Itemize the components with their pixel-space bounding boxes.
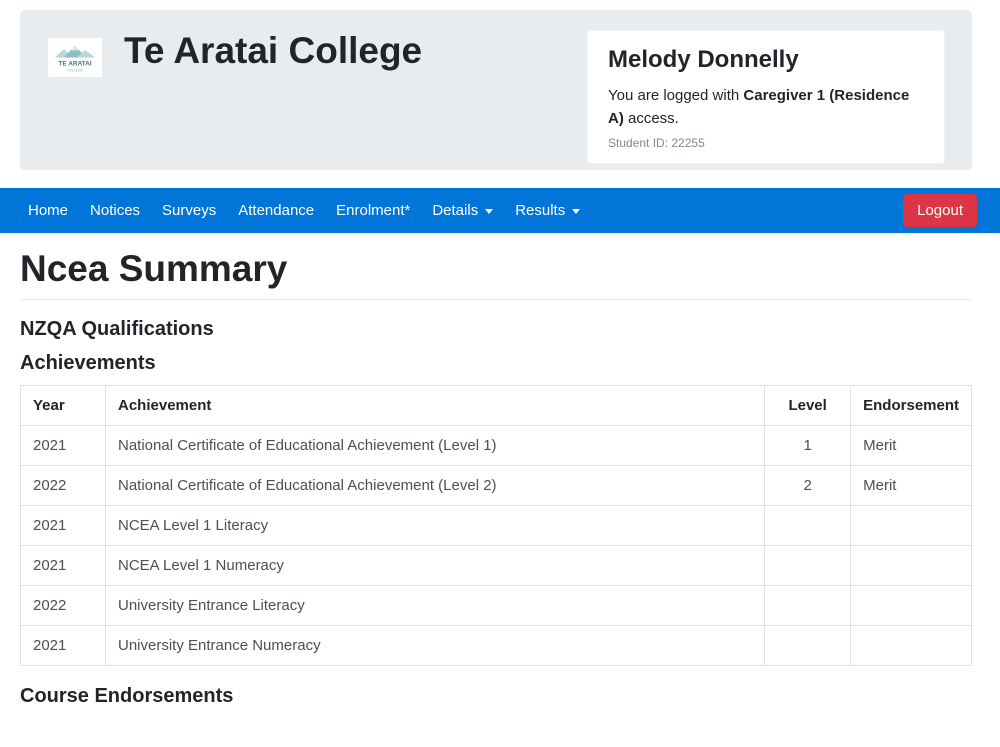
nav-item-label: Enrolment* <box>336 202 410 219</box>
cell-year: 2021 <box>21 426 106 466</box>
page-title: Ncea Summary <box>20 248 972 290</box>
access-suffix: access. <box>624 110 679 127</box>
nav-item-notices[interactable]: Notices <box>79 194 151 227</box>
nav-item-home[interactable]: Home <box>17 194 79 227</box>
chevron-down-icon <box>572 209 580 214</box>
access-description: You are logged with Caregiver 1 (Residen… <box>608 84 924 131</box>
cell-level: 2 <box>765 466 851 506</box>
nav-item-label: Surveys <box>162 202 216 219</box>
chevron-down-icon <box>485 209 493 214</box>
nav-items: Home Notices Surveys Attendance Enrolment* De… <box>17 194 591 227</box>
cell-achievement: National Certificate of Educational Achi… <box>106 426 765 466</box>
column-header-achievement: Achievement <box>106 386 765 426</box>
cell-level <box>765 506 851 546</box>
cell-endorsement <box>851 626 972 666</box>
mountain-logo-icon: TE ARATAI COLLEGE <box>50 40 100 75</box>
student-id: Student ID: 22255 <box>608 136 924 150</box>
section-title-course-endorsements: Course Endorsements <box>20 685 972 708</box>
cell-level <box>765 586 851 626</box>
nav-item-details[interactable]: Details <box>421 194 504 227</box>
header-container: TE ARATAI COLLEGE Te Aratai College Melo… <box>20 10 972 170</box>
table-row: 2021NCEA Level 1 Literacy <box>21 506 972 546</box>
cell-achievement: NCEA Level 1 Literacy <box>106 506 765 546</box>
achievements-table-head: YearAchievementLevelEndorsement <box>21 386 972 426</box>
cell-year: 2021 <box>21 506 106 546</box>
table-row: 2021University Entrance Numeracy <box>21 626 972 666</box>
nav-item-label: Notices <box>90 202 140 219</box>
table-row: 2022National Certificate of Educational … <box>21 466 972 506</box>
cell-level <box>765 626 851 666</box>
nav-item-label: Attendance <box>238 202 314 219</box>
cell-endorsement <box>851 506 972 546</box>
cell-achievement: University Entrance Literacy <box>106 586 765 626</box>
main-content: Ncea Summary NZQA Qualifications Achieve… <box>20 248 972 708</box>
column-header-endorsement: Endorsement <box>851 386 972 426</box>
column-header-level: Level <box>765 386 851 426</box>
nav-item-label: Results <box>515 202 565 219</box>
subsection-title-achievements: Achievements <box>20 352 972 375</box>
achievements-table: YearAchievementLevelEndorsement 2021Nati… <box>20 385 972 666</box>
nav-item-label: Details <box>432 202 478 219</box>
student-card: Melody Donnelly You are logged with Care… <box>587 30 945 164</box>
nav-item-attendance[interactable]: Attendance <box>227 194 325 227</box>
cell-endorsement: Merit <box>851 426 972 466</box>
cell-year: 2022 <box>21 466 106 506</box>
cell-achievement: NCEA Level 1 Numeracy <box>106 546 765 586</box>
cell-level: 1 <box>765 426 851 466</box>
cell-year: 2022 <box>21 586 106 626</box>
table-row: 2022University Entrance Literacy <box>21 586 972 626</box>
school-header: TE ARATAI COLLEGE Te Aratai College Melo… <box>20 10 972 170</box>
cell-achievement: University Entrance Numeracy <box>106 626 765 666</box>
cell-endorsement <box>851 546 972 586</box>
nav-item-enrolment[interactable]: Enrolment* <box>325 194 421 227</box>
school-logo: TE ARATAI COLLEGE <box>48 38 102 77</box>
divider <box>20 299 972 300</box>
section-title-nzqa: NZQA Qualifications <box>20 318 972 341</box>
nav-item-surveys[interactable]: Surveys <box>151 194 227 227</box>
cell-year: 2021 <box>21 546 106 586</box>
cell-endorsement: Merit <box>851 466 972 506</box>
column-header-year: Year <box>21 386 106 426</box>
table-row: 2021National Certificate of Educational … <box>21 426 972 466</box>
cell-level <box>765 546 851 586</box>
cell-endorsement <box>851 586 972 626</box>
access-prefix: You are logged with <box>608 87 743 104</box>
nav-item-results[interactable]: Results <box>504 194 591 227</box>
logout-button[interactable]: Logout <box>903 194 977 227</box>
table-row: 2021NCEA Level 1 Numeracy <box>21 546 972 586</box>
svg-text:TE ARATAI: TE ARATAI <box>58 60 91 67</box>
table-header-row: YearAchievementLevelEndorsement <box>21 386 972 426</box>
main-nav: Home Notices Surveys Attendance Enrolment* De… <box>0 188 1000 233</box>
nav-item-label: Home <box>28 202 68 219</box>
achievements-table-body: 2021National Certificate of Educational … <box>21 426 972 666</box>
student-name: Melody Donnelly <box>608 46 924 74</box>
cell-achievement: National Certificate of Educational Achi… <box>106 466 765 506</box>
school-name: Te Aratai College <box>124 30 422 72</box>
cell-year: 2021 <box>21 626 106 666</box>
svg-text:COLLEGE: COLLEGE <box>67 68 83 72</box>
